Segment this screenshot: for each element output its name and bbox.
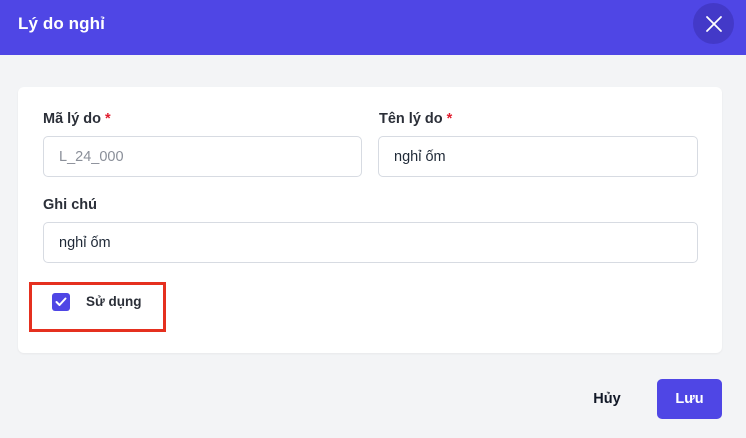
code-field[interactable]: L_24_000	[43, 136, 362, 177]
form-card: Mã lý do * L_24_000 Tên lý do * nghỉ ốm Gh…	[18, 87, 722, 353]
active-checkbox[interactable]	[52, 293, 70, 311]
save-button[interactable]: Lưu	[657, 379, 722, 419]
dialog-header: Lý do nghỉ	[0, 0, 746, 55]
active-checkbox-label[interactable]: Sử dụng	[86, 294, 142, 309]
note-label: Ghi chú	[43, 197, 97, 213]
check-icon	[55, 297, 67, 306]
code-label: Mã lý do *	[43, 111, 111, 127]
close-icon	[705, 15, 722, 32]
dialog-title: Lý do nghỉ	[18, 14, 105, 33]
reason-dialog: Lý do nghỉ Mã lý do * L_24_000 Tên lý do *…	[0, 0, 746, 438]
note-field[interactable]: nghỉ ốm	[43, 222, 698, 263]
cancel-button[interactable]: Hủy	[580, 380, 634, 418]
close-button[interactable]	[693, 3, 734, 44]
name-label: Tên lý do *	[379, 111, 453, 127]
name-field[interactable]: nghỉ ốm	[378, 136, 698, 177]
